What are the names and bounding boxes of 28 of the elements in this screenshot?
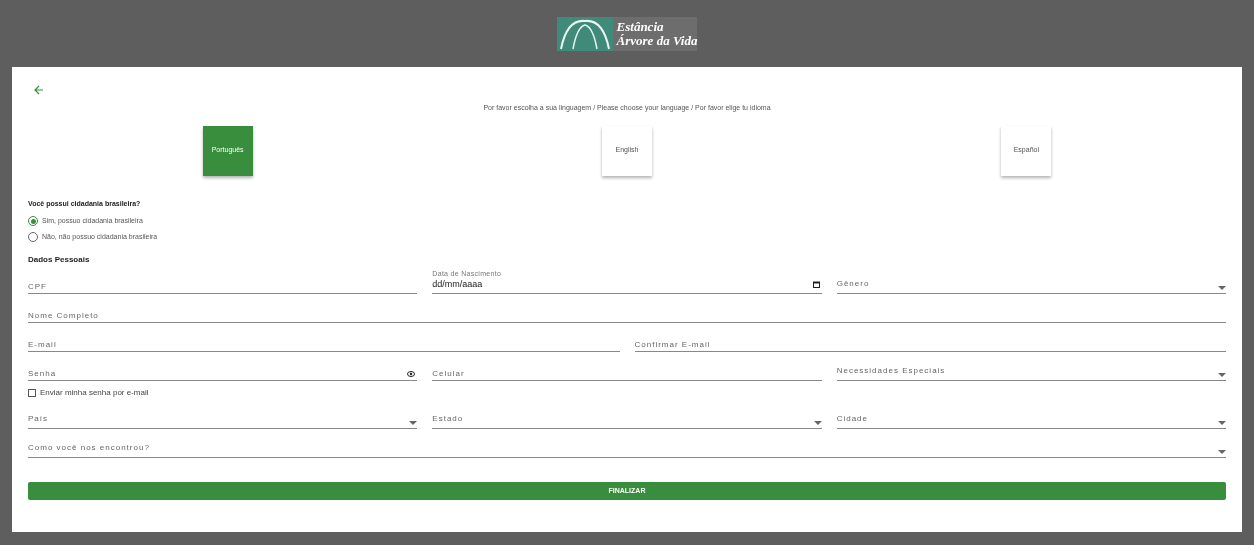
checkbox[interactable]	[28, 389, 36, 397]
checkbox-option[interactable]: Enviar minha senha por e-mail	[28, 386, 1226, 400]
dropdown-caret-icon	[1218, 373, 1226, 377]
dropdown-caret-icon	[1218, 421, 1226, 425]
dropdown-caret-icon	[813, 421, 822, 425]
calendar-icon[interactable]	[812, 280, 820, 288]
date-value: dd/mm/aaaa	[432, 278, 483, 290]
arch-logo-icon	[556, 16, 613, 51]
password-field[interactable]: Senha	[28, 357, 418, 381]
select-field[interactable]: País	[28, 405, 418, 429]
text-field[interactable]: Nome Completo	[28, 299, 1226, 323]
dropdown-caret-icon	[1218, 286, 1226, 290]
select-field[interactable]: Como você nos encontrou?	[28, 434, 1226, 458]
back-arrow-icon[interactable]	[34, 85, 44, 95]
section-title: Dados Pessoais	[28, 254, 91, 266]
text-field[interactable]: CPF	[28, 270, 418, 294]
dropdown-caret-icon	[1218, 450, 1226, 454]
dropdown-caret-icon	[409, 421, 418, 425]
select-field[interactable]: Cidade	[836, 405, 1226, 429]
eye-icon[interactable]	[407, 371, 416, 377]
text-field[interactable]: E-mail	[28, 328, 620, 352]
text-field[interactable]: Celular	[432, 357, 822, 381]
logo-text: Árvore da Vida	[616, 33, 698, 48]
select-field[interactable]: Necessidades Especiais	[836, 357, 1226, 381]
text-field[interactable]: Confirmar E-mail	[634, 328, 1226, 352]
select-field[interactable]: Estado	[432, 405, 822, 429]
logo-text: Estância	[616, 19, 665, 34]
select-field[interactable]: Gênero	[836, 270, 1226, 294]
